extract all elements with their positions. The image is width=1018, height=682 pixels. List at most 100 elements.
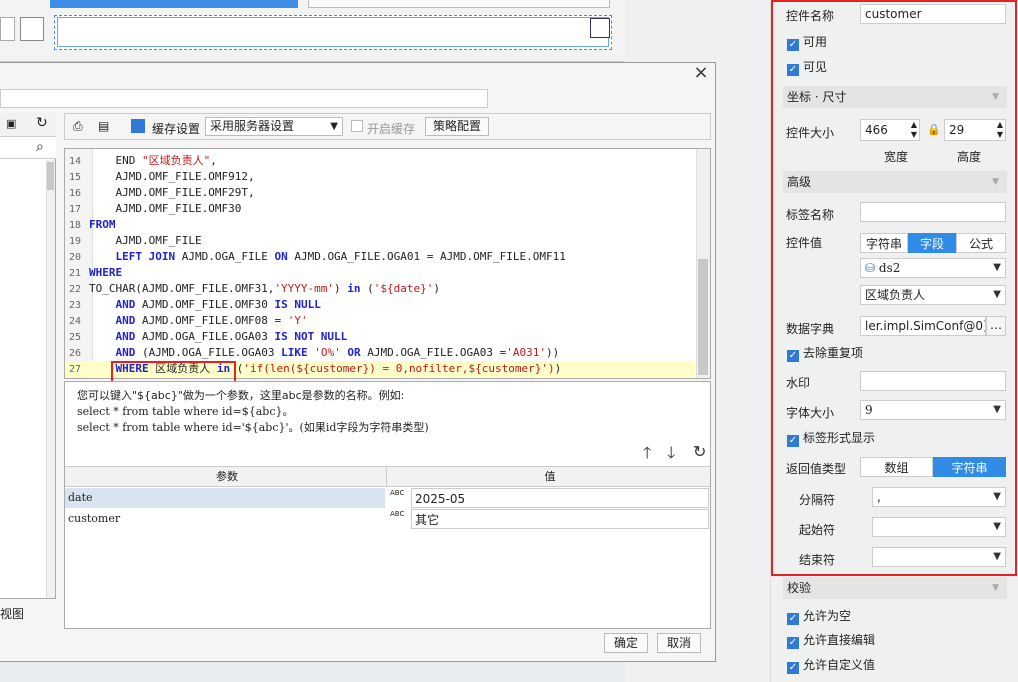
code-token: AJMD.OMF_FILE.OMF30 bbox=[135, 298, 275, 311]
code-token: AJMD.OMF_FILE.OMF08 = bbox=[135, 314, 288, 327]
table-row[interactable]: customer ABC 其它 bbox=[65, 509, 710, 529]
code-line: 20 LEFT JOIN AJMD.OGA_FILE ON AJMD.OGA_F… bbox=[65, 249, 695, 265]
cache-select[interactable]: 采用服务器设置 ▼ bbox=[205, 117, 343, 136]
chevron-down-icon: ▼ bbox=[330, 121, 338, 132]
customer-widget[interactable] bbox=[57, 17, 609, 47]
code-token: AJMD.OMF_FILE.OMF29T, bbox=[89, 186, 255, 199]
preview-icon[interactable]: ⎙ bbox=[73, 119, 83, 134]
top-blue-button[interactable] bbox=[50, 0, 298, 8]
code-token: AND bbox=[115, 330, 136, 343]
table-row[interactable]: date ABC 2025-05 bbox=[65, 488, 710, 508]
line-number: 25 bbox=[69, 332, 82, 343]
image-icon[interactable]: ▣ bbox=[6, 117, 16, 130]
refresh-icon[interactable]: ↻ bbox=[693, 442, 706, 461]
chevron-down-icon: ▼ bbox=[992, 583, 999, 593]
code-token: WHERE bbox=[89, 266, 123, 279]
code-token: 'if(len(${customer}) = 0,nofilter,${cust… bbox=[243, 362, 555, 375]
dataset-name-input[interactable] bbox=[0, 89, 488, 108]
code-line: 21 WHERE bbox=[65, 265, 695, 281]
allow-empty-checkbox[interactable]: ✓ 允许为空 bbox=[787, 608, 851, 625]
left-scroll-thumb[interactable] bbox=[47, 162, 54, 190]
line-number: 26 bbox=[69, 348, 82, 359]
ok-button[interactable]: 确定 bbox=[604, 633, 648, 653]
enable-cache-label: 开启缓存 bbox=[367, 122, 416, 136]
code-token: ( bbox=[360, 282, 374, 295]
code-token: END bbox=[89, 154, 142, 167]
param-value[interactable]: 其它 bbox=[411, 509, 709, 529]
arrow-up-icon[interactable]: 🡑 bbox=[643, 442, 651, 469]
code-token: AJMD.OGA_FILE.OGA03 = bbox=[360, 346, 507, 359]
top-button[interactable] bbox=[308, 0, 610, 8]
calendar-icon[interactable] bbox=[590, 18, 610, 38]
view-label: 视图 bbox=[0, 607, 25, 621]
dialog-footer: 确定 取消 bbox=[64, 629, 711, 659]
sql-editor[interactable]: 14 END "区域负责人", 15 AJMD.OMF_FILE.OMF912, 1… bbox=[64, 148, 711, 379]
code-token: IS NULL bbox=[274, 298, 321, 311]
code-line: 25 AND AJMD.OGA_FILE.OGA03 IS NOT NULL bbox=[65, 329, 695, 345]
line-number: 17 bbox=[69, 204, 82, 215]
verify-section[interactable]: 校验 ▼ bbox=[783, 577, 1007, 599]
code-token: 'A031' bbox=[506, 346, 547, 359]
allow-custom-checkbox[interactable]: ✓ 允许自定义值 bbox=[787, 657, 875, 674]
line-number: 18 bbox=[69, 220, 82, 231]
line-number: 23 bbox=[69, 300, 82, 311]
code-token: AND bbox=[115, 298, 136, 311]
allow-edit-checkbox[interactable]: ✓ 允许直接编辑 bbox=[787, 632, 875, 649]
line-number: 16 bbox=[69, 188, 82, 199]
code-token: AJMD.OMF_FILE.OMF30 bbox=[89, 202, 242, 215]
arrow-down-icon[interactable]: 🡓 bbox=[667, 442, 675, 469]
type-icon[interactable]: ABC bbox=[387, 488, 409, 508]
code-line: 23 AND AJMD.OMF_FILE.OMF30 IS NULL bbox=[65, 297, 695, 313]
value-col-header: 值 bbox=[544, 470, 556, 483]
code-token: LEFT JOIN bbox=[115, 250, 176, 263]
code-token: '${date}' bbox=[373, 282, 434, 295]
left-search[interactable]: ⌕ bbox=[0, 137, 56, 159]
cancel-button[interactable]: 取消 bbox=[657, 633, 701, 653]
type-icon[interactable]: ABC bbox=[387, 509, 409, 529]
line-number: 24 bbox=[69, 316, 82, 327]
help-panel: 您可以键入"${abc}"做为一个参数，这里abc是参数的名称。例如: sele… bbox=[64, 381, 711, 629]
code-token: IS NOT NULL bbox=[274, 330, 348, 343]
line-number: 20 bbox=[69, 252, 82, 263]
calendar-icon[interactable] bbox=[20, 17, 44, 41]
refresh-icon[interactable]: ↻ bbox=[36, 115, 48, 131]
code-token: "区域负责人" bbox=[141, 154, 211, 167]
code-line: 16 AJMD.OMF_FILE.OMF29T, bbox=[65, 185, 695, 201]
code-token: 'O%' bbox=[314, 346, 341, 359]
check-icon: ✓ bbox=[787, 662, 799, 674]
code-token: 'YYYY-mm' bbox=[274, 282, 335, 295]
date-input-edge[interactable] bbox=[0, 17, 15, 41]
code-line: 26 AND (AJMD.OGA_FILE.OGA03 LIKE 'O%' OR… bbox=[65, 345, 695, 361]
code-token: TO_CHAR(AJMD.OMF_FILE.OMF31, bbox=[89, 282, 275, 295]
code-token: AJMD.OGA_FILE.OGA03 bbox=[135, 330, 275, 343]
highlight-box bbox=[771, 0, 1017, 576]
help-line: 您可以键入"${abc}"做为一个参数，这里abc是参数的名称。例如: bbox=[77, 389, 405, 402]
code-token: AJMD.OMF_FILE.OMF912, bbox=[89, 170, 255, 183]
code-token: )) bbox=[546, 346, 560, 359]
code-token: LIKE bbox=[281, 346, 308, 359]
code-line: 19 AJMD.OMF_FILE bbox=[65, 233, 695, 249]
strategy-button[interactable]: 策略配置 bbox=[425, 117, 489, 136]
check-icon: ✓ bbox=[787, 637, 799, 649]
code-token: OR bbox=[347, 346, 361, 359]
code-line: 17 AJMD.OMF_FILE.OMF30 bbox=[65, 201, 695, 217]
line-number: 27 bbox=[69, 364, 82, 375]
search-icon[interactable]: ⌕ bbox=[36, 139, 44, 155]
code-token: AND bbox=[115, 346, 136, 359]
param-value[interactable]: 2025-05 bbox=[411, 488, 709, 508]
line-number: 22 bbox=[69, 284, 82, 295]
code-line: 24 AND AJMD.OMF_FILE.OMF08 = 'Y' bbox=[65, 313, 695, 329]
database-icon[interactable]: ▤ bbox=[98, 119, 109, 133]
left-scrollbar[interactable] bbox=[46, 160, 55, 598]
code-line: 18 FROM bbox=[65, 217, 695, 233]
editor-scroll-thumb[interactable] bbox=[698, 259, 708, 375]
line-number: 15 bbox=[69, 172, 82, 183]
cache-label: 缓存设置 bbox=[152, 122, 201, 136]
enable-cache-checkbox[interactable] bbox=[351, 120, 363, 132]
line-number: 19 bbox=[69, 236, 82, 247]
code-line: 22 TO_CHAR(AJMD.OMF_FILE.OMF31,'YYYY-mm')… bbox=[65, 281, 695, 297]
close-icon[interactable]: × bbox=[692, 64, 710, 82]
param-name: customer bbox=[68, 512, 121, 525]
